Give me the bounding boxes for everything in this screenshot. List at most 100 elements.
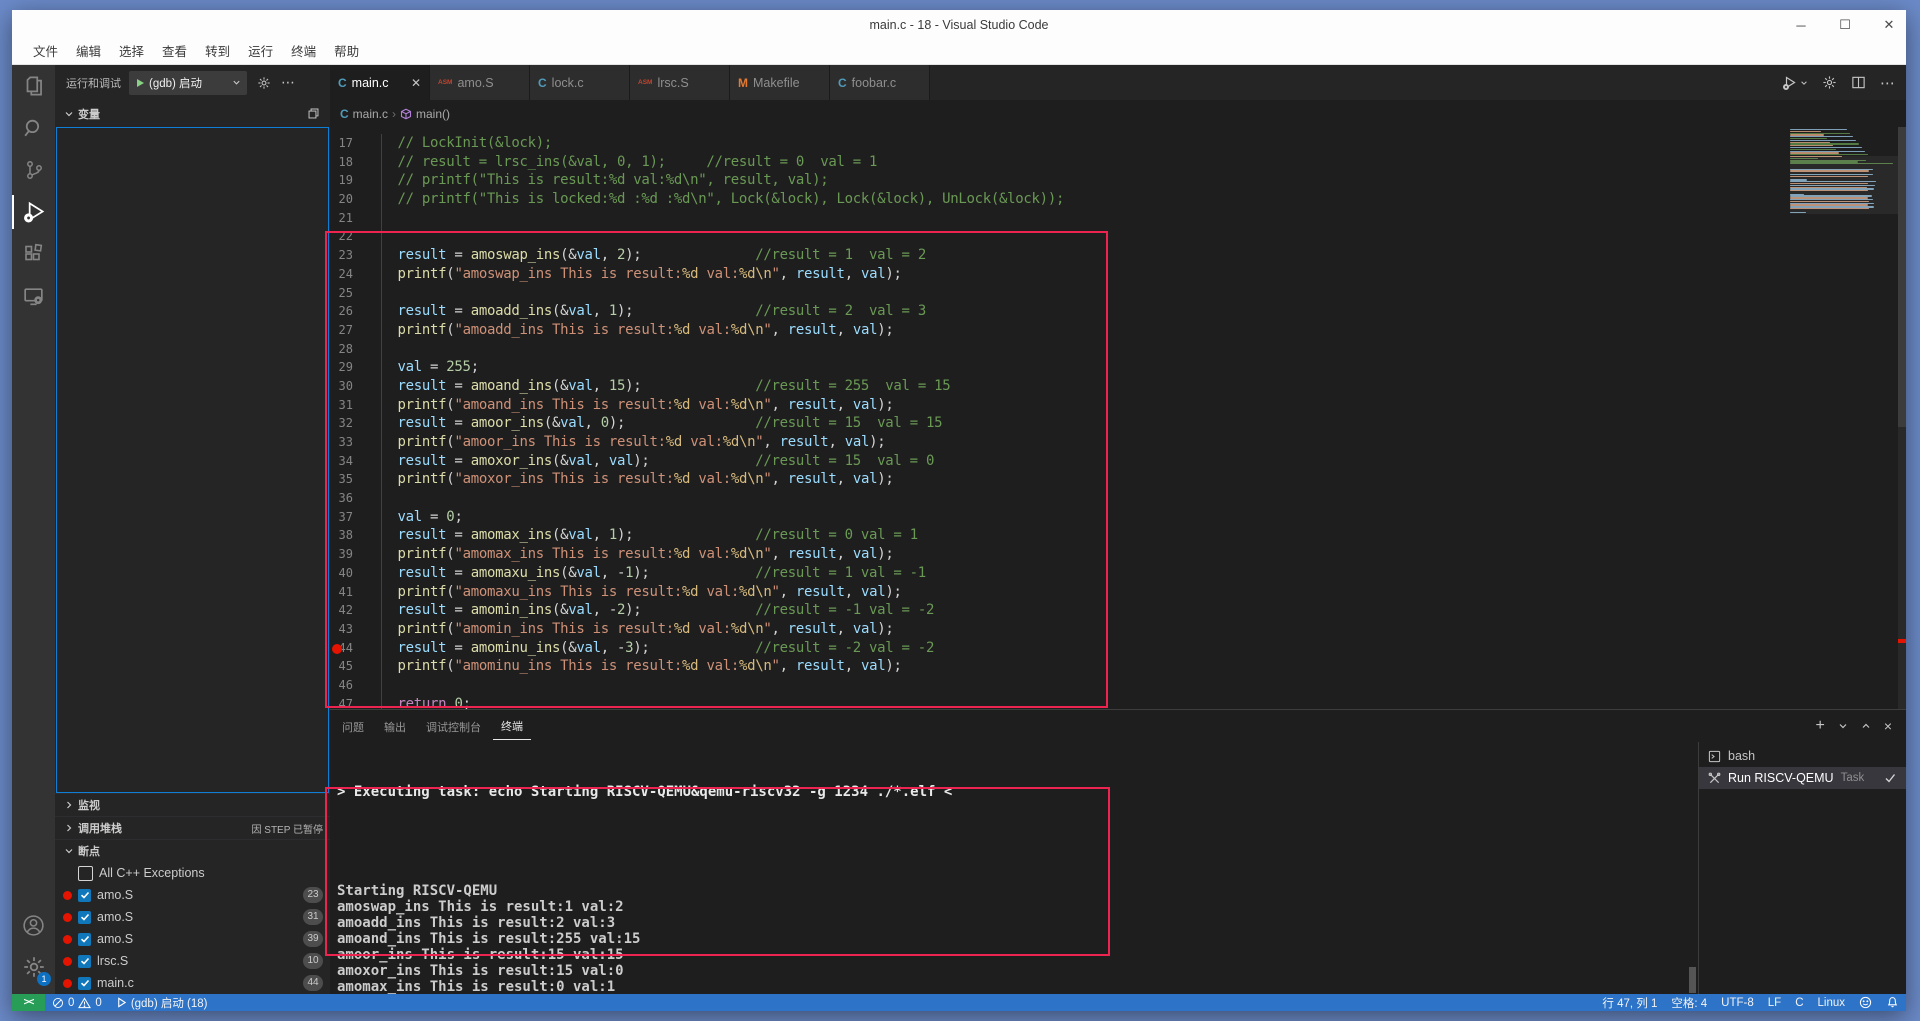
maximize-icon[interactable]: ☐	[1836, 16, 1854, 34]
remote-os[interactable]: Linux	[1811, 994, 1853, 1011]
breakpoint-row[interactable]: main.c44	[55, 972, 330, 994]
line-number[interactable]: 17	[330, 134, 365, 153]
language-mode[interactable]: C	[1788, 994, 1810, 1011]
line-number[interactable]: 30	[330, 377, 365, 396]
breakpoint-row[interactable]: amo.S39	[55, 928, 330, 950]
cursor-position[interactable]: 行 47, 列 1	[1595, 994, 1664, 1011]
line-number[interactable]: 20	[330, 190, 365, 209]
remote-indicator[interactable]: ><	[12, 994, 45, 1011]
line-number[interactable]: 18	[330, 153, 365, 172]
minimize-icon[interactable]: ─	[1792, 16, 1810, 34]
menu-item-选择[interactable]: 选择	[110, 40, 153, 64]
breadcrumb-file[interactable]: main.c	[353, 107, 388, 121]
new-terminal-icon[interactable]: +	[1815, 717, 1824, 735]
notifications-bell-icon[interactable]	[1879, 994, 1906, 1011]
debug-session-status[interactable]: (gdb) 启动 (18)	[109, 994, 215, 1011]
debug-settings-gear-icon[interactable]	[257, 76, 271, 90]
line-number[interactable]: 38	[330, 526, 365, 545]
breakpoint-checkbox[interactable]	[78, 889, 91, 902]
panel-tab-输出[interactable]: 输出	[376, 713, 414, 740]
terminal-list-item-Run RISCV-QEMU[interactable]: Run RISCV-QEMUTask	[1699, 767, 1906, 789]
tab-main.c[interactable]: Cmain.c✕	[330, 65, 430, 100]
breadcrumb[interactable]: C main.c › main()	[330, 100, 1906, 127]
line-number[interactable]: 44	[330, 639, 365, 658]
line-number[interactable]: 47	[330, 695, 365, 709]
line-number[interactable]: 19	[330, 171, 365, 190]
line-number[interactable]: 31	[330, 396, 365, 415]
line-number[interactable]: 22	[330, 227, 365, 246]
variables-section-header[interactable]: 变量	[55, 100, 330, 127]
tab-amo.S[interactable]: ASMamo.S	[430, 65, 530, 100]
encoding[interactable]: UTF-8	[1714, 994, 1761, 1011]
account-icon[interactable]	[12, 904, 55, 946]
split-editor-icon[interactable]	[1851, 75, 1866, 90]
code-editor[interactable]: 17 // LockInit(&lock);18 // result = lrs…	[330, 127, 1906, 709]
breakpoint-checkbox[interactable]	[78, 933, 91, 946]
source-control-icon[interactable]	[12, 149, 55, 191]
run-or-debug-button[interactable]	[1782, 75, 1808, 91]
remote-explorer-icon[interactable]	[12, 275, 55, 317]
search-icon[interactable]	[12, 107, 55, 149]
line-number[interactable]: 41	[330, 583, 365, 602]
close-panel-icon[interactable]: ×	[1884, 718, 1892, 734]
settings-gear-icon[interactable]	[1822, 75, 1837, 90]
chevron-down-icon[interactable]	[232, 78, 241, 87]
line-number[interactable]: 42	[330, 601, 365, 620]
line-number[interactable]: 29	[330, 358, 365, 377]
start-debug-icon[interactable]	[135, 78, 145, 88]
launch-config-dropdown[interactable]: (gdb) 启动	[129, 71, 247, 95]
menu-item-转到[interactable]: 转到	[196, 40, 239, 64]
line-number[interactable]: 43	[330, 620, 365, 639]
terminal-scrollbar[interactable]	[1689, 967, 1696, 993]
title-bar[interactable]: main.c - 18 - Visual Studio Code ─ ☐ ✕	[12, 10, 1906, 40]
line-number[interactable]: 24	[330, 265, 365, 284]
breadcrumb-symbol[interactable]: main()	[416, 107, 450, 121]
line-number[interactable]: 32	[330, 414, 365, 433]
line-number[interactable]: 46	[330, 676, 365, 695]
settings-gear-icon[interactable]: 1	[12, 946, 55, 988]
variables-panel[interactable]	[56, 127, 329, 793]
tab-foobar.c[interactable]: Cfoobar.c	[830, 65, 930, 100]
feedback-smiley-icon[interactable]	[1852, 994, 1879, 1011]
editor-scrollbar[interactable]	[1898, 127, 1906, 709]
menu-item-编辑[interactable]: 编辑	[67, 40, 110, 64]
line-number[interactable]: 40	[330, 564, 365, 583]
tab-lock.c[interactable]: Clock.c	[530, 65, 630, 100]
panel-tab-问题[interactable]: 问题	[334, 713, 372, 740]
problems-status[interactable]: 0 0	[45, 994, 109, 1011]
menu-item-帮助[interactable]: 帮助	[325, 40, 368, 64]
menu-item-运行[interactable]: 运行	[239, 40, 282, 64]
menu-item-查看[interactable]: 查看	[153, 40, 196, 64]
more-actions-icon[interactable]: ⋯	[1880, 74, 1896, 92]
line-number[interactable]: 23	[330, 246, 365, 265]
close-icon[interactable]: ✕	[1880, 16, 1898, 34]
breakpoint-row[interactable]: amo.S31	[55, 906, 330, 928]
line-number[interactable]: 25	[330, 284, 365, 303]
line-number[interactable]: 21	[330, 209, 365, 228]
line-number[interactable]: 39	[330, 545, 365, 564]
more-actions-icon[interactable]: ⋯	[281, 74, 296, 91]
breakpoints-section-header[interactable]: 断点	[55, 839, 330, 862]
minimap[interactable]	[1790, 129, 1898, 339]
chevron-down-icon[interactable]	[1838, 721, 1848, 731]
close-tab-icon[interactable]: ✕	[411, 76, 421, 90]
breakpoint-checkbox[interactable]	[78, 977, 91, 990]
terminal-output[interactable]: > Executing task: echo Starting RISCV-QE…	[337, 742, 1676, 994]
line-number[interactable]: 35	[330, 470, 365, 489]
explorer-icon[interactable]	[12, 65, 55, 107]
terminal-list-item-bash[interactable]: bash	[1699, 745, 1906, 767]
tab-lrsc.S[interactable]: ASMlrsc.S	[630, 65, 730, 100]
line-number[interactable]: 26	[330, 302, 365, 321]
extensions-icon[interactable]	[12, 233, 55, 275]
breakpoint-glyph[interactable]	[332, 644, 342, 654]
line-number[interactable]: 34	[330, 452, 365, 471]
panel-tab-调试控制台[interactable]: 调试控制台	[418, 713, 489, 740]
maximize-panel-icon[interactable]	[1861, 721, 1871, 731]
tab-Makefile[interactable]: MMakefile	[730, 65, 830, 100]
line-number[interactable]: 36	[330, 489, 365, 508]
panel-tab-终端[interactable]: 终端	[493, 712, 531, 740]
minimap-slider[interactable]	[1790, 156, 1898, 214]
eol-sequence[interactable]: LF	[1761, 994, 1788, 1011]
menu-item-文件[interactable]: 文件	[24, 40, 67, 64]
line-number[interactable]: 33	[330, 433, 365, 452]
